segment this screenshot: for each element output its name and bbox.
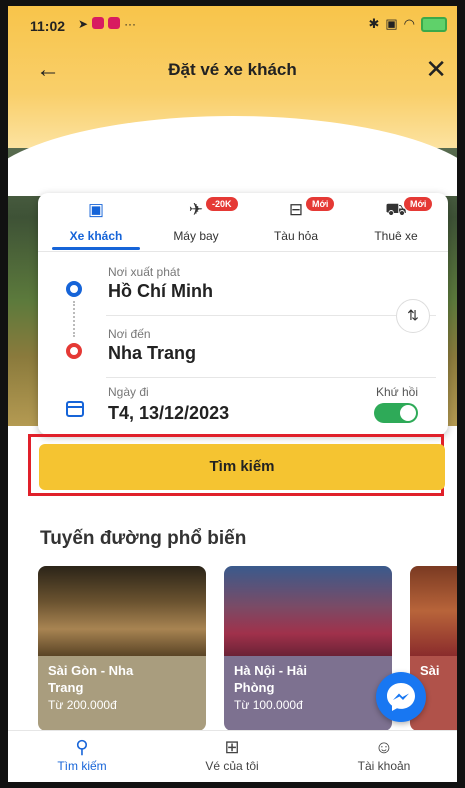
bottom-nav: ⚲ Tìm kiếm ⊞ Vé của tôi ☺ Tài khoản xyxy=(8,730,457,782)
bluetooth-icon: ✱ xyxy=(368,16,380,31)
route-name-line1: Sài Gòn - Nha xyxy=(48,663,134,678)
origin-field[interactable]: Nơi xuất phát Hồ Chí Minh xyxy=(38,253,448,313)
search-icon: ⚲ xyxy=(75,737,89,757)
menu-icon[interactable] xyxy=(36,162,54,176)
new-badge: Mới xyxy=(306,197,335,211)
status-bar: 11:02 ➤ ··· ✱ ▣ ◠ xyxy=(8,6,457,42)
date-value: T4, 13/12/2023 xyxy=(108,403,230,423)
messenger-chat-button[interactable] xyxy=(376,672,426,722)
route-name-line1: Hà Nội - Hải xyxy=(234,663,307,678)
promo-line2: nếu nhà xe không giữ vé xyxy=(74,169,196,181)
page-title: Đặt vé xe khách xyxy=(168,60,297,79)
round-trip-toggle[interactable] xyxy=(374,403,418,423)
wifi-icon: ◠ xyxy=(403,16,415,31)
app-notification-icon xyxy=(92,17,105,29)
destination-marker-icon xyxy=(66,343,82,359)
route-info: Hà Nội - Hải Phòng Từ 100.000đ xyxy=(224,656,392,731)
login-link[interactable]: Đăng nhập xyxy=(375,164,447,180)
origin-label: Nơi xuất phát xyxy=(108,265,180,279)
route-card[interactable]: Sài Gòn - Nha Trang Từ 200.000đ xyxy=(38,566,206,731)
nav-search[interactable]: ⚲ Tìm kiếm xyxy=(22,735,142,773)
route-price: Từ 200.000đ xyxy=(48,698,117,712)
tab-label: Tàu hỏa xyxy=(273,229,319,243)
destination-value: Nha Trang xyxy=(108,343,197,363)
route-price: Từ 100.000đ xyxy=(234,698,303,712)
date-label: Ngày đi xyxy=(108,385,149,399)
nav-account[interactable]: ☺ Tài khoản xyxy=(324,735,444,773)
calendar-icon xyxy=(66,401,84,417)
ticket-icon: ⊞ xyxy=(224,737,240,757)
notification-icons: ➤ ··· xyxy=(78,17,136,31)
nav-my-tickets[interactable]: ⊞ Vé của tôi xyxy=(172,735,292,773)
tab-label: Máy bay xyxy=(173,229,219,243)
close-icon[interactable]: ✕ xyxy=(425,54,447,85)
origin-marker-icon xyxy=(66,281,82,297)
messenger-icon xyxy=(387,683,415,711)
car-rental-icon: ⛟ Mới xyxy=(346,197,446,221)
destination-label: Nơi đến xyxy=(108,327,151,341)
route-info: Sài Gòn - Nha Trang Từ 200.000đ xyxy=(38,656,206,731)
divider xyxy=(106,377,436,378)
tab-label: Thuê xe xyxy=(374,229,418,243)
tab-train[interactable]: ⊟ Mới Tàu hỏa xyxy=(246,197,346,243)
status-time: 11:02 xyxy=(30,18,66,34)
discount-badge: -20K xyxy=(206,197,238,211)
tab-label: Xe khách xyxy=(69,229,123,243)
top-nav-bar: ← Đặt vé xe khách ✕ xyxy=(8,54,457,88)
app-notification-icon xyxy=(108,17,121,29)
tab-plane[interactable]: ✈ -20K Máy bay xyxy=(146,197,246,243)
banner-row: vexere cam kết hoàn 150% nếu nhà xe khôn… xyxy=(8,154,457,188)
round-trip-label: Khứ hồi xyxy=(375,385,418,399)
search-button[interactable]: Tìm kiếm xyxy=(39,444,445,490)
promo-text: vexere cam kết hoàn 150% nếu nhà xe khôn… xyxy=(74,156,212,182)
destination-field[interactable]: Nơi đến Nha Trang xyxy=(38,317,448,375)
plane-icon: ✈ -20K xyxy=(146,197,246,221)
nfc-icon: ▣ xyxy=(385,16,398,31)
route-image xyxy=(38,566,206,656)
route-image xyxy=(224,566,392,656)
tab-bus[interactable]: ▣ Xe khách xyxy=(46,199,146,243)
account-icon: ☺ xyxy=(374,737,394,757)
app-screen: 11:02 ➤ ··· ✱ ▣ ◠ ← Đặt vé xe khách ✕ ve… xyxy=(8,6,457,782)
booking-card: ▣ Xe khách ✈ -20K Máy bay ⊟ Mới Tàu hỏa ⛟ M… xyxy=(38,193,448,435)
device-frame: 11:02 ➤ ··· ✱ ▣ ◠ ← Đặt vé xe khách ✕ ve… xyxy=(0,0,465,788)
route-card[interactable]: Hà Nội - Hải Phòng Từ 100.000đ xyxy=(224,566,392,731)
tab-car-rental[interactable]: ⛟ Mới Thuê xe xyxy=(346,197,446,243)
route-name-line2: Phòng xyxy=(234,680,275,695)
more-icon: ··· xyxy=(124,17,137,31)
transport-tabs: ▣ Xe khách ✈ -20K Máy bay ⊟ Mới Tàu hỏa ⛟ M… xyxy=(38,193,448,252)
train-icon: ⊟ Mới xyxy=(246,197,346,221)
origin-value: Hồ Chí Minh xyxy=(108,281,213,301)
promo-line1: cam kết hoàn 150% xyxy=(110,156,212,168)
brand-logo: vexere xyxy=(74,156,108,168)
location-icon: ➤ xyxy=(78,17,89,31)
bus-icon: ▣ xyxy=(87,200,105,219)
popular-routes-title: Tuyến đường phổ biến xyxy=(40,528,247,549)
system-icons: ✱ ▣ ◠ xyxy=(368,16,447,32)
nav-label: Vé của tôi xyxy=(205,759,259,773)
route-name-line2: Trang xyxy=(48,680,84,695)
nav-label: Tài khoản xyxy=(357,759,411,773)
route-image xyxy=(410,566,457,656)
active-tab-indicator xyxy=(52,247,140,250)
new-badge: Mới xyxy=(404,197,433,211)
nav-label: Tìm kiếm xyxy=(57,759,107,773)
battery-icon xyxy=(421,16,447,32)
divider xyxy=(106,315,436,316)
